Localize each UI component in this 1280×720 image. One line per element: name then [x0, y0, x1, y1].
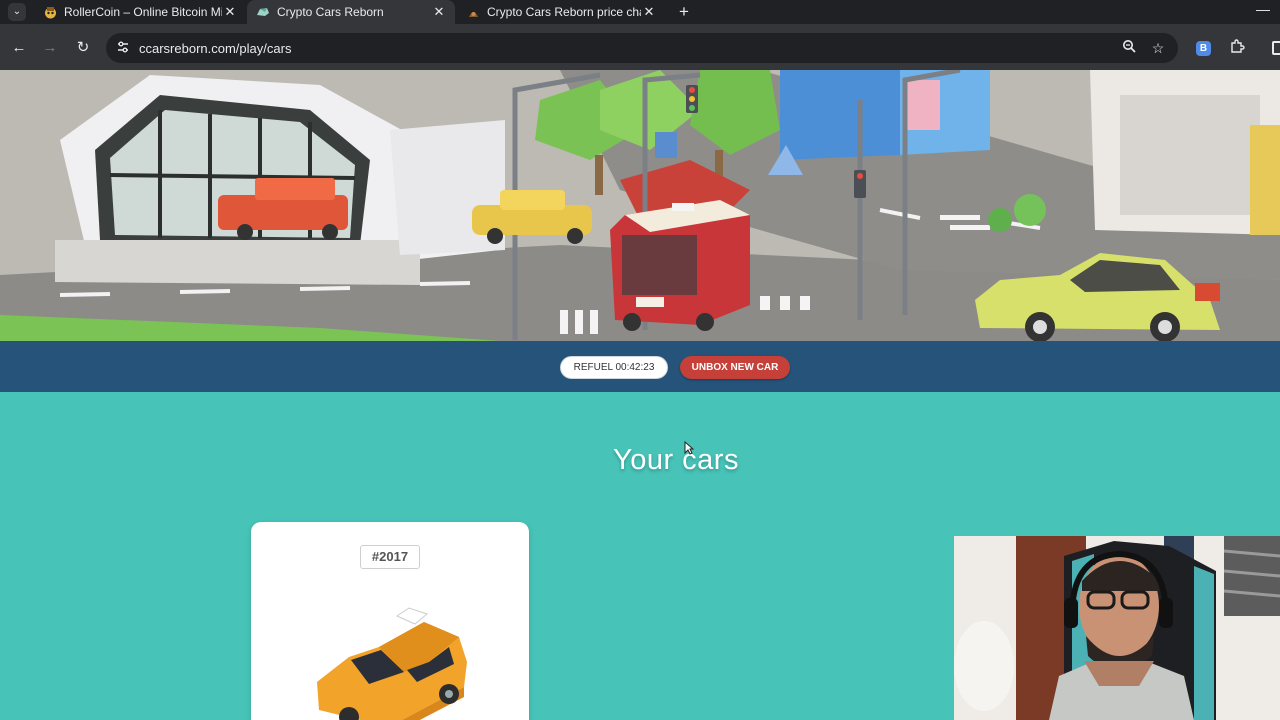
- unbox-new-car-button[interactable]: UNBOX NEW CAR: [680, 356, 790, 379]
- rollercoin-favicon-icon: [43, 5, 57, 19]
- city-banner-illustration: [0, 70, 1280, 341]
- zoom-icon[interactable]: [1120, 39, 1138, 57]
- side-panel-icon[interactable]: [1272, 41, 1280, 55]
- car-card[interactable]: #2017: [251, 522, 529, 720]
- reload-icon[interactable]: ↻: [74, 39, 92, 57]
- your-cars-heading: Your cars: [613, 444, 739, 476]
- site-info-icon[interactable]: [115, 40, 131, 56]
- tab-price-chart[interactable]: Crypto Cars Reborn price chart ✕: [457, 0, 665, 24]
- car-id-badge: #2017: [360, 545, 420, 569]
- webcam-overlay: [954, 536, 1280, 720]
- new-tab-plus-icon[interactable]: +: [676, 2, 692, 22]
- price-chart-favicon-icon: [466, 5, 480, 19]
- tab-title: Crypto Cars Reborn price chart: [487, 5, 641, 19]
- action-bar: REFUEL 00:42:23 UNBOX NEW CAR: [0, 341, 1280, 392]
- tab-close-icon[interactable]: ✕: [222, 4, 238, 20]
- tab-crypto-cars-reborn[interactable]: Crypto Cars Reborn ✕: [247, 0, 455, 24]
- mouse-cursor-icon: [684, 441, 694, 455]
- back-arrow-icon[interactable]: ←: [10, 39, 28, 57]
- extension-b-icon[interactable]: B: [1196, 41, 1211, 56]
- taxi-car-image: [317, 607, 467, 720]
- address-bar[interactable]: ccarsreborn.com/play/cars ☆: [106, 33, 1178, 63]
- tab-rollercoin[interactable]: RollerCoin – Online Bitcoin Mining ✕: [34, 0, 246, 24]
- refuel-button[interactable]: REFUEL 00:42:23: [560, 356, 668, 379]
- crypto-cars-favicon-icon: [256, 5, 270, 19]
- url-text[interactable]: ccarsreborn.com/play/cars: [139, 41, 291, 56]
- tab-strip: ⌄ RollerCoin – Online Bitcoin Mining ✕ C…: [0, 0, 1280, 24]
- bookmark-star-icon[interactable]: ☆: [1149, 39, 1167, 57]
- tab-close-icon[interactable]: ✕: [641, 4, 657, 20]
- page-content: REFUEL 00:42:23 UNBOX NEW CAR Your cars …: [0, 70, 1280, 720]
- tab-title: RollerCoin – Online Bitcoin Mining: [64, 5, 222, 19]
- window-minimize-icon[interactable]: —: [1256, 1, 1270, 17]
- tab-search-button[interactable]: ⌄: [8, 3, 26, 21]
- tab-close-icon[interactable]: ✕: [431, 4, 447, 20]
- forward-arrow-icon[interactable]: →: [41, 39, 59, 57]
- extensions-puzzle-icon[interactable]: [1228, 39, 1246, 57]
- browser-toolbar: ← → ↻ ccarsreborn.com/play/cars ☆ B: [0, 24, 1280, 70]
- tab-title: Crypto Cars Reborn: [277, 5, 384, 19]
